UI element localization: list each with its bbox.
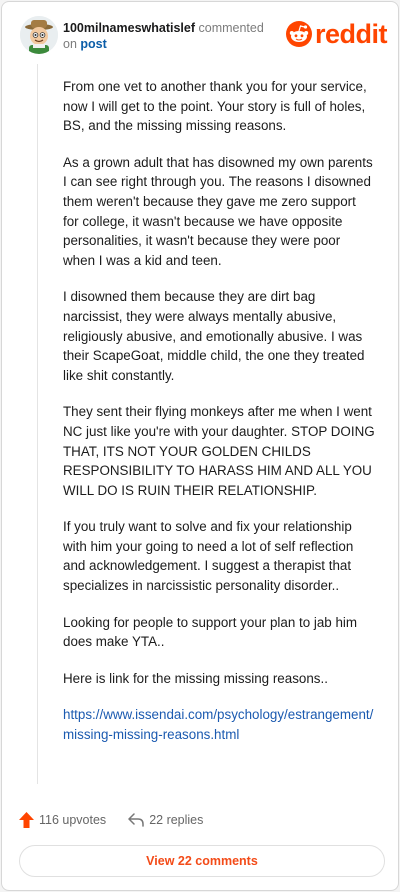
missing-reasons-link[interactable]: https://www.issendai.com/psychology/estr…	[63, 707, 373, 742]
post-link[interactable]: post	[80, 37, 106, 51]
comment-card: 100milnameswhatislef commented on post r…	[1, 1, 399, 891]
avatar[interactable]	[20, 16, 58, 54]
comment-body: From one vet to another thank you for yo…	[63, 77, 375, 762]
comment-paragraph: I disowned them because they are dirt ba…	[63, 289, 365, 383]
comment-paragraph: Here is link for the missing missing rea…	[63, 670, 328, 686]
comment-header: 100milnameswhatislef commented on post r…	[17, 16, 388, 56]
upvote-count: 116 upvotes	[39, 813, 107, 827]
comment-paragraph: As a grown adult that has disowned my ow…	[63, 154, 373, 268]
upvote-button[interactable]: 116 upvotes	[19, 812, 106, 828]
comment-paragraph: From one vet to another thank you for yo…	[63, 79, 367, 134]
upvote-arrow-icon	[19, 812, 34, 828]
comment-paragraph: If you truly want to solve and fix your …	[63, 519, 354, 594]
view-comments-button[interactable]: View 22 comments	[19, 845, 385, 877]
avatar-icon	[20, 16, 58, 54]
reply-arrow-icon	[128, 813, 144, 827]
action-text: commented	[198, 21, 264, 35]
reddit-snoo-icon	[285, 21, 312, 47]
on-text: on	[63, 37, 77, 51]
reply-count: 22 replies	[149, 813, 204, 827]
comment-actions: 116 upvotes 22 replies	[19, 810, 225, 830]
comment-paragraph: Looking for people to support your plan …	[63, 614, 358, 650]
thread-line[interactable]	[37, 64, 38, 784]
reddit-logo[interactable]: reddit	[285, 19, 388, 49]
reply-button[interactable]: 22 replies	[128, 813, 203, 827]
comment-paragraph: They sent their flying monkeys after me …	[63, 404, 375, 498]
username-link[interactable]: 100milnameswhatislef	[63, 21, 195, 35]
comment-meta: 100milnameswhatislef commented on post	[63, 20, 264, 52]
reddit-wordmark: reddit	[314, 19, 388, 49]
